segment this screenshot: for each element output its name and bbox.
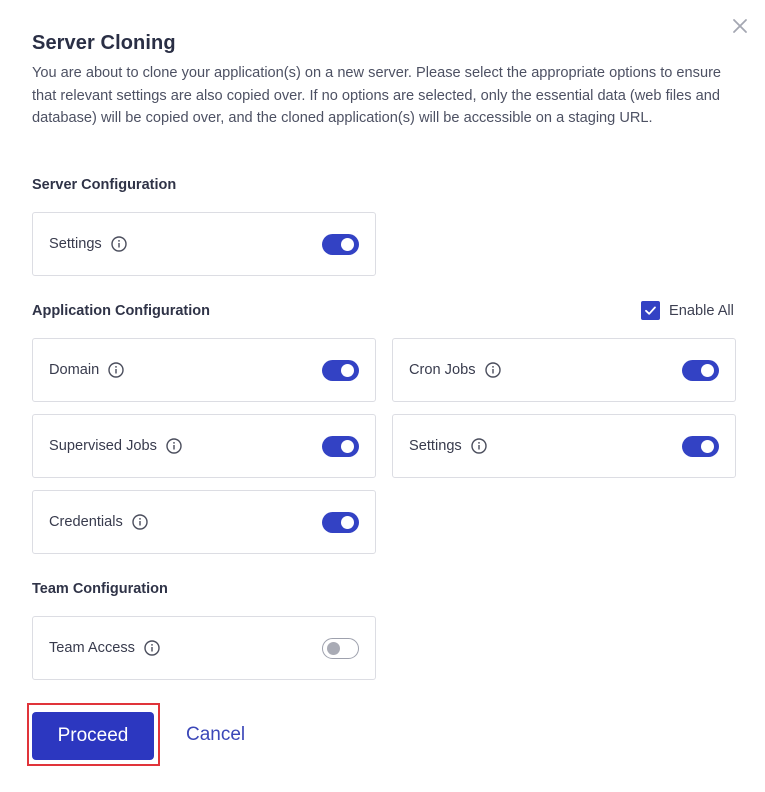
credentials-label: Credentials [49,514,123,530]
info-icon[interactable] [144,640,160,656]
app-settings-card: Settings [392,414,736,478]
proceed-button[interactable]: Proceed [32,712,154,760]
info-icon[interactable] [132,514,148,530]
cron-jobs-card: Cron Jobs [392,338,736,402]
cancel-button[interactable]: Cancel [186,724,245,746]
server-settings-card: Settings [32,212,376,276]
info-icon[interactable] [471,438,487,454]
team-access-toggle[interactable] [322,638,359,659]
server-settings-toggle[interactable] [322,234,359,255]
app-settings-label: Settings [409,438,462,454]
domain-toggle[interactable] [322,360,359,381]
enable-all-label: Enable All [669,302,734,319]
server-configuration-heading: Server Configuration [32,177,177,193]
close-icon [733,19,747,33]
server-cloning-dialog: Server Cloning You are about to clone yo… [0,0,765,792]
info-icon[interactable] [108,362,124,378]
team-configuration-heading: Team Configuration [32,581,168,597]
supervised-jobs-label: Supervised Jobs [49,438,157,454]
checkbox-checked-icon[interactable] [641,301,660,320]
domain-card: Domain [32,338,376,402]
supervised-jobs-card: Supervised Jobs [32,414,376,478]
domain-label: Domain [49,362,100,378]
team-access-card: Team Access [32,616,376,680]
info-icon[interactable] [166,438,182,454]
dialog-description: You are about to clone your application(… [32,65,722,126]
close-button[interactable] [728,14,752,38]
application-configuration-heading: Application Configuration [32,303,211,319]
info-icon[interactable] [484,362,501,378]
team-access-label: Team Access [49,640,135,656]
supervised-jobs-toggle[interactable] [322,436,359,457]
cron-jobs-label: Cron Jobs [409,362,476,378]
app-settings-toggle[interactable] [682,436,719,457]
enable-all-checkbox[interactable]: Enable All [641,301,734,320]
cron-jobs-toggle[interactable] [682,360,719,381]
credentials-toggle[interactable] [322,512,359,533]
dialog-title: Server Cloning [32,32,176,54]
credentials-card: Credentials [32,490,376,554]
server-settings-label: Settings [49,236,102,252]
info-icon[interactable] [111,236,127,252]
